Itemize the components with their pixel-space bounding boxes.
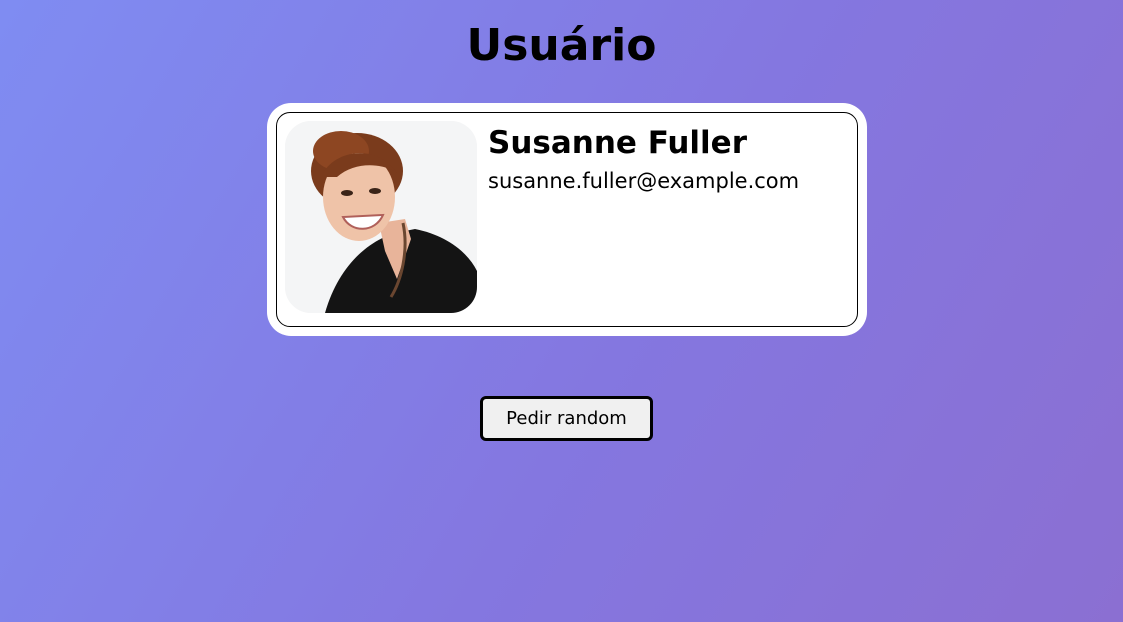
user-card-inner: Susanne Fuller susanne.fuller@example.co… xyxy=(276,112,858,327)
user-photo-image xyxy=(285,121,477,313)
user-email: susanne.fuller@example.com xyxy=(488,169,800,193)
user-photo xyxy=(285,121,477,313)
page-title: Usuário xyxy=(466,20,657,71)
user-card: Susanne Fuller susanne.fuller@example.co… xyxy=(267,103,867,336)
random-user-button[interactable]: Pedir random xyxy=(480,396,653,441)
user-name: Susanne Fuller xyxy=(488,125,747,161)
